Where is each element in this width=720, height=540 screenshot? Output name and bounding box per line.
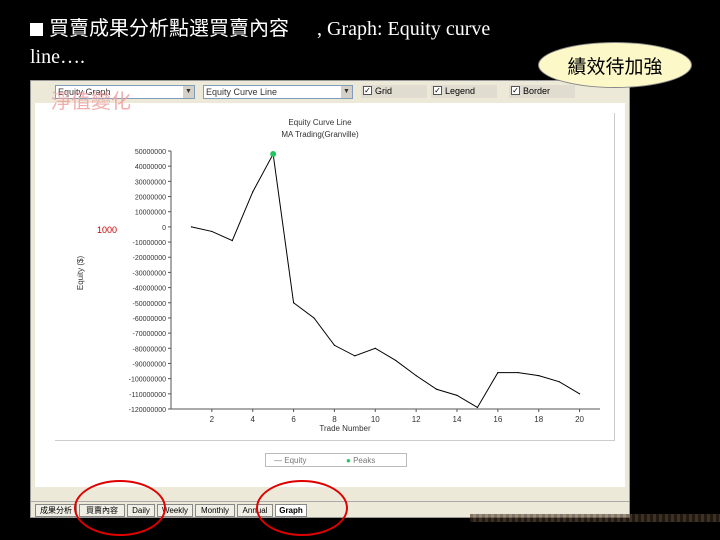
y-tick-label: -20000000 <box>133 255 167 262</box>
y-tick-label: -90000000 <box>133 361 167 368</box>
tab-annual[interactable]: Annual <box>237 504 273 517</box>
chart-title: Equity Curve Line <box>288 118 352 127</box>
dot-icon: ● <box>346 456 351 465</box>
x-tick-label: 16 <box>493 415 502 424</box>
legend-peaks: ● Peaks <box>346 456 375 465</box>
y-tick-label: -60000000 <box>133 316 167 323</box>
border-checkbox[interactable]: ✓ Border <box>509 85 575 98</box>
peak-point <box>270 151 277 158</box>
callout-bubble: 績效待加強 <box>538 42 692 88</box>
x-tick-label: 20 <box>575 415 584 424</box>
equity-point <box>292 302 295 304</box>
x-axis: 2 4 6 8 10 12 14 16 18 20 <box>171 408 600 424</box>
title-en: , Graph: Equity curve <box>317 18 491 40</box>
grid-checkbox[interactable]: ✓ Grid <box>361 85 427 98</box>
app-window: Equity Graph ▼ Equity Curve Line ▼ ✓ Grid… <box>30 80 630 518</box>
decorative-strip <box>470 514 720 522</box>
grid-label: Grid <box>375 86 393 96</box>
equity-point <box>538 375 540 377</box>
equity-point <box>456 394 458 396</box>
x-tick-label: 8 <box>332 415 337 424</box>
y-tick-label: -100000000 <box>129 377 166 384</box>
x-tick-label: 14 <box>453 415 462 424</box>
check-icon[interactable]: ✓ <box>511 86 520 95</box>
legend-checkbox[interactable]: ✓ Legend <box>431 85 497 98</box>
equity-point <box>395 359 397 362</box>
equity-point <box>476 406 479 409</box>
slide-title-line1: 買賣成果分析點選買賣內容 , Graph: Equity curve <box>30 12 490 41</box>
slide-title-line2: line…. <box>30 46 85 68</box>
border-label: Border <box>523 86 551 96</box>
y-tick-label: 20000000 <box>135 195 166 202</box>
equity-point <box>578 393 581 395</box>
x-tick-label: 12 <box>412 415 421 424</box>
chart-area: Equity Curve Line MA Trading(Granville) … <box>35 103 625 487</box>
overlay-label: 淨值變化 <box>51 89 131 113</box>
equity-point <box>190 226 193 228</box>
equity-point <box>333 344 336 346</box>
equity-chart: Equity Curve Line MA Trading(Granville) … <box>76 118 600 433</box>
legend-label: Legend <box>445 86 476 96</box>
x-tick-label: 4 <box>250 415 255 424</box>
curve-value: Equity Curve Line <box>206 87 278 97</box>
equity-point <box>435 388 438 390</box>
equity-point <box>517 371 519 374</box>
y-tick-label: 50000000 <box>135 149 166 156</box>
equity-point <box>415 375 417 377</box>
equity-point <box>374 347 376 349</box>
y-tick-label: 30000000 <box>135 179 166 186</box>
y-tick-label: -110000000 <box>129 392 166 399</box>
y-tick-label: -40000000 <box>133 286 167 293</box>
y-tick-label: -50000000 <box>133 301 167 308</box>
equity-point <box>558 381 560 383</box>
y-tick-label: 10000000 <box>135 210 166 217</box>
equity-point <box>313 317 315 319</box>
y-tick-label: 0 <box>162 225 166 232</box>
chart-panel: Equity Curve Line MA Trading(Granville) … <box>55 113 615 441</box>
y-tick-label: -120000000 <box>129 407 166 414</box>
tab-analysis[interactable]: 成果分析 <box>35 504 77 517</box>
x-tick-label: 10 <box>371 415 380 424</box>
legend-equity-label: Equity <box>284 456 307 465</box>
bullet-icon <box>30 23 43 36</box>
y-tick-label: 40000000 <box>135 164 166 171</box>
check-icon[interactable]: ✓ <box>433 86 442 95</box>
equity-point <box>497 371 499 374</box>
equity-point <box>211 230 213 233</box>
equity-point <box>231 239 233 242</box>
chart-legend: — Equity ● Peaks <box>265 453 407 467</box>
y-tick-label: -30000000 <box>133 270 167 277</box>
tab-weekly[interactable]: Weekly <box>157 504 193 517</box>
legend-peaks-label: Peaks <box>353 456 376 465</box>
tab-trades[interactable]: 買賣內容 <box>79 504 125 517</box>
equity-point <box>252 191 254 193</box>
check-icon[interactable]: ✓ <box>363 86 372 95</box>
x-tick-label: 18 <box>534 415 543 424</box>
x-tick-label: 6 <box>291 415 296 424</box>
plot-area <box>190 151 581 409</box>
x-axis-label: Trade Number <box>319 424 371 433</box>
y-axis: 50000000 40000000 30000000 20000000 10000000… <box>129 149 172 414</box>
chevron-down-icon[interactable]: ▼ <box>341 86 352 98</box>
equity-point <box>354 355 356 357</box>
legend-equity: — Equity <box>274 456 307 465</box>
equity-series-line <box>191 152 580 409</box>
chevron-down-icon[interactable]: ▼ <box>183 86 194 98</box>
title-zh: 買賣成果分析點選買賣內容 <box>49 16 289 40</box>
y-tick-label: -10000000 <box>133 240 167 247</box>
x-tick-label: 2 <box>210 415 215 424</box>
tab-monthly[interactable]: Monthly <box>195 504 235 517</box>
y-tick-label: -80000000 <box>133 346 167 353</box>
tab-daily[interactable]: Daily <box>127 504 155 517</box>
chart-annotation: 1000 <box>97 225 117 235</box>
chart-subtitle: MA Trading(Granville) <box>281 130 359 139</box>
curve-select[interactable]: Equity Curve Line ▼ <box>203 85 353 99</box>
y-tick-label: -70000000 <box>133 331 167 338</box>
tab-graph[interactable]: Graph <box>275 504 307 517</box>
y-axis-label: Equity ($) <box>76 256 85 291</box>
